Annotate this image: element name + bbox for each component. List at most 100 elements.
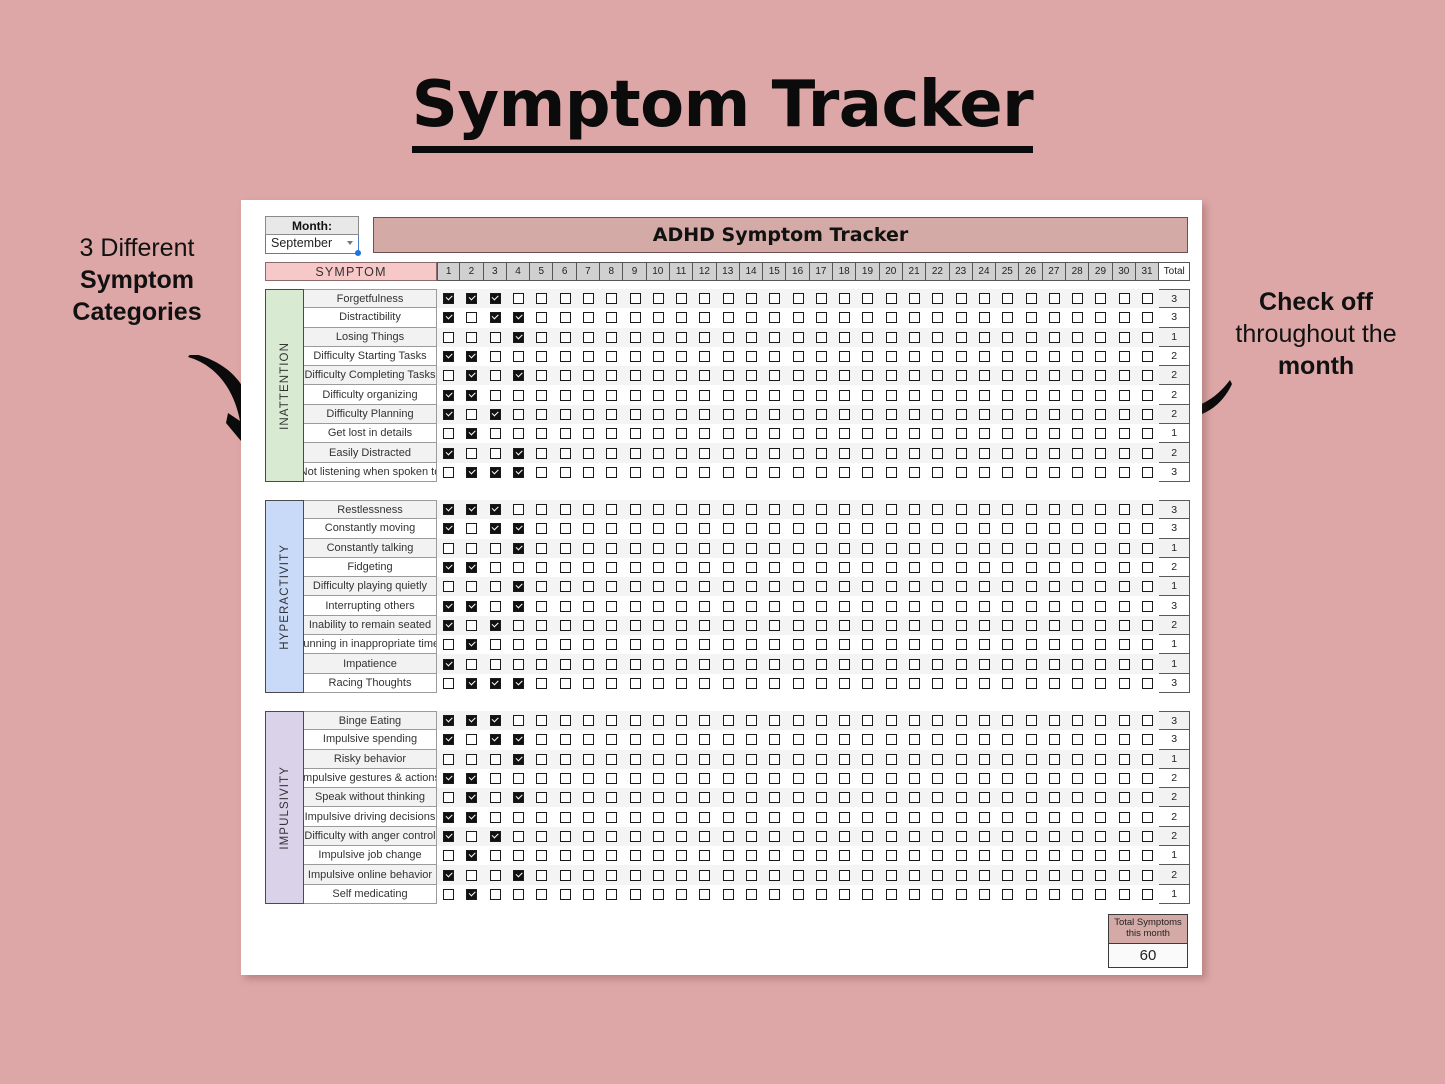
checkbox-unchecked-icon[interactable] <box>909 715 921 727</box>
day-cell-13[interactable] <box>716 289 740 309</box>
day-cell-31[interactable] <box>1135 443 1160 463</box>
day-cell-31[interactable] <box>1135 424 1160 444</box>
day-cell-19[interactable] <box>856 462 880 482</box>
checkbox-unchecked-icon[interactable] <box>443 581 455 593</box>
checkbox-unchecked-icon[interactable] <box>746 753 757 765</box>
day-cell-11[interactable] <box>669 366 694 386</box>
checkbox-unchecked-icon[interactable] <box>722 331 734 343</box>
checkbox-unchecked-icon[interactable] <box>839 428 851 440</box>
checkbox-unchecked-icon[interactable] <box>839 869 851 881</box>
checkbox-unchecked-icon[interactable] <box>699 888 711 900</box>
checkbox-unchecked-icon[interactable] <box>1095 830 1107 842</box>
day-cell-17[interactable] <box>809 673 834 693</box>
checkbox-checked-icon[interactable] <box>443 619 455 631</box>
day-cell-13[interactable] <box>716 635 740 655</box>
checkbox-unchecked-icon[interactable] <box>815 658 827 670</box>
checkbox-checked-icon[interactable] <box>443 830 455 842</box>
day-cell-30[interactable] <box>1112 768 1136 789</box>
checkbox-checked-icon[interactable] <box>466 562 478 574</box>
day-cell-27[interactable] <box>1042 500 1067 520</box>
checkbox-unchecked-icon[interactable] <box>1048 331 1060 343</box>
day-cell-5[interactable] <box>530 749 554 769</box>
checkbox-unchecked-icon[interactable] <box>606 523 618 535</box>
checkbox-unchecked-icon[interactable] <box>582 370 594 382</box>
checkbox-unchecked-icon[interactable] <box>792 447 804 459</box>
checkbox-unchecked-icon[interactable] <box>769 331 781 343</box>
checkbox-unchecked-icon[interactable] <box>489 351 501 363</box>
day-cell-25[interactable] <box>996 538 1020 558</box>
checkbox-unchecked-icon[interactable] <box>1002 677 1014 689</box>
checkbox-checked-icon[interactable] <box>489 504 501 516</box>
day-cell-6[interactable] <box>553 462 577 482</box>
day-cell-9[interactable] <box>623 308 647 328</box>
checkbox-unchecked-icon[interactable] <box>1118 312 1130 324</box>
checkbox-unchecked-icon[interactable] <box>629 504 641 516</box>
day-cell-30[interactable] <box>1112 615 1136 636</box>
day-cell-3[interactable] <box>483 788 507 808</box>
checkbox-unchecked-icon[interactable] <box>629 600 641 612</box>
day-cell-13[interactable] <box>716 462 740 482</box>
day-cell-6[interactable] <box>553 327 577 347</box>
checkbox-unchecked-icon[interactable] <box>606 428 618 440</box>
checkbox-unchecked-icon[interactable] <box>1048 447 1060 459</box>
day-cell-30[interactable] <box>1112 749 1136 769</box>
checkbox-unchecked-icon[interactable] <box>489 811 501 823</box>
day-cell-22[interactable] <box>926 788 950 808</box>
checkbox-unchecked-icon[interactable] <box>1002 331 1014 343</box>
checkbox-unchecked-icon[interactable] <box>722 600 734 612</box>
day-cell-28[interactable] <box>1066 577 1090 597</box>
checkbox-unchecked-icon[interactable] <box>769 351 781 363</box>
day-cell-17[interactable] <box>809 385 834 405</box>
day-cell-1[interactable] <box>437 424 461 444</box>
checkbox-unchecked-icon[interactable] <box>699 562 711 574</box>
checkbox-unchecked-icon[interactable] <box>582 792 594 804</box>
day-cell-19[interactable] <box>856 635 880 655</box>
day-cell-26[interactable] <box>1019 807 1043 827</box>
checkbox-unchecked-icon[interactable] <box>582 581 594 593</box>
day-cell-5[interactable] <box>530 615 554 636</box>
checkbox-unchecked-icon[interactable] <box>1118 600 1130 612</box>
day-cell-25[interactable] <box>996 635 1020 655</box>
day-cell-6[interactable] <box>553 596 577 616</box>
checkbox-unchecked-icon[interactable] <box>629 658 641 670</box>
checkbox-unchecked-icon[interactable] <box>746 428 757 440</box>
checkbox-unchecked-icon[interactable] <box>839 811 851 823</box>
checkbox-unchecked-icon[interactable] <box>932 542 944 554</box>
day-cell-8[interactable] <box>600 500 624 520</box>
day-cell-27[interactable] <box>1042 327 1067 347</box>
day-cell-16[interactable] <box>786 577 810 597</box>
checkbox-unchecked-icon[interactable] <box>513 428 525 440</box>
day-cell-11[interactable] <box>669 443 694 463</box>
day-cell-29[interactable] <box>1089 865 1113 885</box>
day-cell-13[interactable] <box>716 424 740 444</box>
checkbox-unchecked-icon[interactable] <box>652 658 664 670</box>
day-cell-11[interactable] <box>669 730 694 750</box>
day-cell-8[interactable] <box>600 865 624 885</box>
day-cell-5[interactable] <box>530 366 554 386</box>
day-cell-26[interactable] <box>1019 749 1043 769</box>
checkbox-unchecked-icon[interactable] <box>629 773 641 785</box>
checkbox-unchecked-icon[interactable] <box>559 504 571 516</box>
day-cell-25[interactable] <box>996 826 1020 847</box>
checkbox-unchecked-icon[interactable] <box>1118 888 1130 900</box>
checkbox-unchecked-icon[interactable] <box>1048 293 1060 305</box>
checkbox-unchecked-icon[interactable] <box>1095 581 1107 593</box>
day-cell-5[interactable] <box>530 404 554 425</box>
checkbox-unchecked-icon[interactable] <box>699 869 711 881</box>
checkbox-unchecked-icon[interactable] <box>792 504 804 516</box>
checkbox-unchecked-icon[interactable] <box>1025 619 1037 631</box>
day-cell-15[interactable] <box>763 635 787 655</box>
checkbox-unchecked-icon[interactable] <box>932 504 944 516</box>
checkbox-checked-icon[interactable] <box>443 715 455 727</box>
day-cell-11[interactable] <box>669 577 694 597</box>
checkbox-unchecked-icon[interactable] <box>536 331 548 343</box>
checkbox-unchecked-icon[interactable] <box>629 389 641 401</box>
checkbox-unchecked-icon[interactable] <box>722 715 734 727</box>
checkbox-unchecked-icon[interactable] <box>769 542 781 554</box>
checkbox-unchecked-icon[interactable] <box>1025 504 1037 516</box>
day-cell-23[interactable] <box>949 749 973 769</box>
day-cell-13[interactable] <box>716 519 740 539</box>
checkbox-unchecked-icon[interactable] <box>722 581 734 593</box>
day-cell-11[interactable] <box>669 557 694 578</box>
day-cell-18[interactable] <box>833 519 857 539</box>
